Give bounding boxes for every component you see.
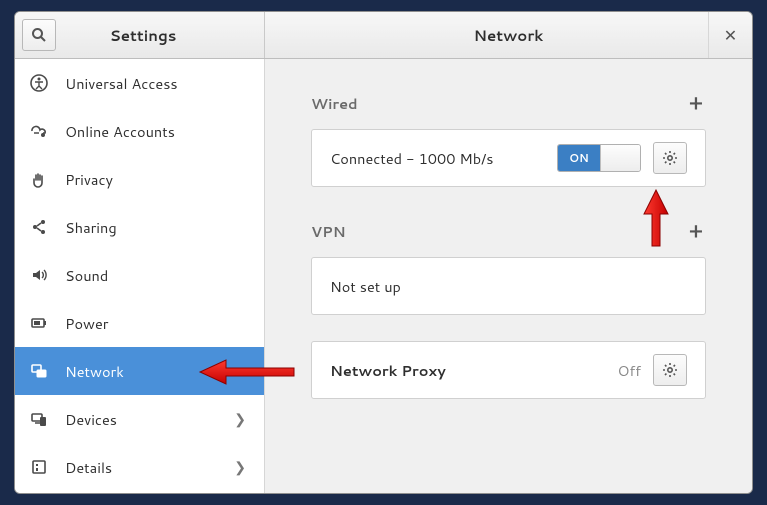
sound-icon [29,265,49,285]
sidebar-item-privacy[interactable]: Privacy [15,155,264,203]
proxy-settings-button[interactable] [653,354,687,386]
chevron-right-icon: ❯ [234,457,246,477]
sidebar-item-power[interactable]: Power [15,299,264,347]
settings-window: Settings Network ✕ Universal Access Onli… [14,11,753,494]
wired-panel: Connected - 1000 Mb/s ON [311,129,706,187]
network-icon [29,361,49,381]
wired-section-header: Wired + [311,89,706,117]
proxy-row[interactable]: Network Proxy Off [312,342,705,398]
wired-settings-button[interactable] [653,142,687,174]
sidebar-item-label: Devices [65,409,117,430]
gear-icon [662,362,678,378]
sidebar-item-label: Details [65,457,112,478]
proxy-value: Off [617,360,641,381]
devices-icon [29,409,49,429]
wired-title: Wired [311,93,358,114]
sidebar-item-online-accounts[interactable]: Online Accounts [15,107,264,155]
wired-row: Connected - 1000 Mb/s ON [312,130,705,186]
chevron-right-icon: ❯ [234,409,246,429]
titlebar: Settings Network ✕ [15,12,752,59]
details-icon [29,457,49,477]
sidebar-item-label: Power [65,313,108,334]
add-wired-button[interactable]: + [686,89,706,117]
sidebar-item-label: Online Accounts [65,121,175,142]
switch-on-label: ON [558,145,600,171]
vpn-row: Not set up [312,258,705,314]
vpn-status: Not set up [330,276,687,297]
sidebar-item-details[interactable]: Details ❯ [15,443,264,491]
titlebar-right: Network ✕ [265,12,752,58]
switch-handle [600,145,640,171]
sidebar-item-network[interactable]: Network [15,347,264,395]
settings-title: Settings [110,25,211,46]
search-icon [31,27,47,43]
cloud-account-icon [29,121,49,141]
sidebar-item-devices[interactable]: Devices ❯ [15,395,264,443]
hand-icon [29,169,49,189]
wired-switch[interactable]: ON [557,144,641,172]
share-icon [29,217,49,237]
sidebar-item-sound[interactable]: Sound [15,251,264,299]
sidebar-item-label: Universal Access [65,73,178,94]
vpn-panel: Not set up [311,257,706,315]
accessibility-icon [29,73,49,93]
close-icon: ✕ [724,24,737,47]
sidebar-item-label: Network [65,361,124,382]
vpn-title: VPN [311,221,346,242]
titlebar-left: Settings [15,12,265,58]
sidebar[interactable]: Universal Access Online Accounts Privacy… [15,59,265,493]
vpn-section-header: VPN + [311,217,706,245]
add-vpn-button[interactable]: + [686,217,706,245]
wired-status: Connected - 1000 Mb/s [330,148,557,169]
panel-title: Network [474,25,544,46]
search-button[interactable] [22,19,56,51]
close-button[interactable]: ✕ [708,12,752,58]
sidebar-item-label: Sharing [65,217,117,238]
gear-icon [662,150,678,166]
proxy-panel: Network Proxy Off [311,341,706,399]
sidebar-item-label: Privacy [65,169,113,190]
sidebar-item-universal-access[interactable]: Universal Access [15,59,264,107]
window-body: Universal Access Online Accounts Privacy… [15,59,752,493]
content-pane: Wired + Connected - 1000 Mb/s ON [265,59,752,493]
power-icon [29,313,49,333]
sidebar-item-sharing[interactable]: Sharing [15,203,264,251]
proxy-label: Network Proxy [330,360,617,381]
sidebar-item-label: Sound [65,265,108,286]
